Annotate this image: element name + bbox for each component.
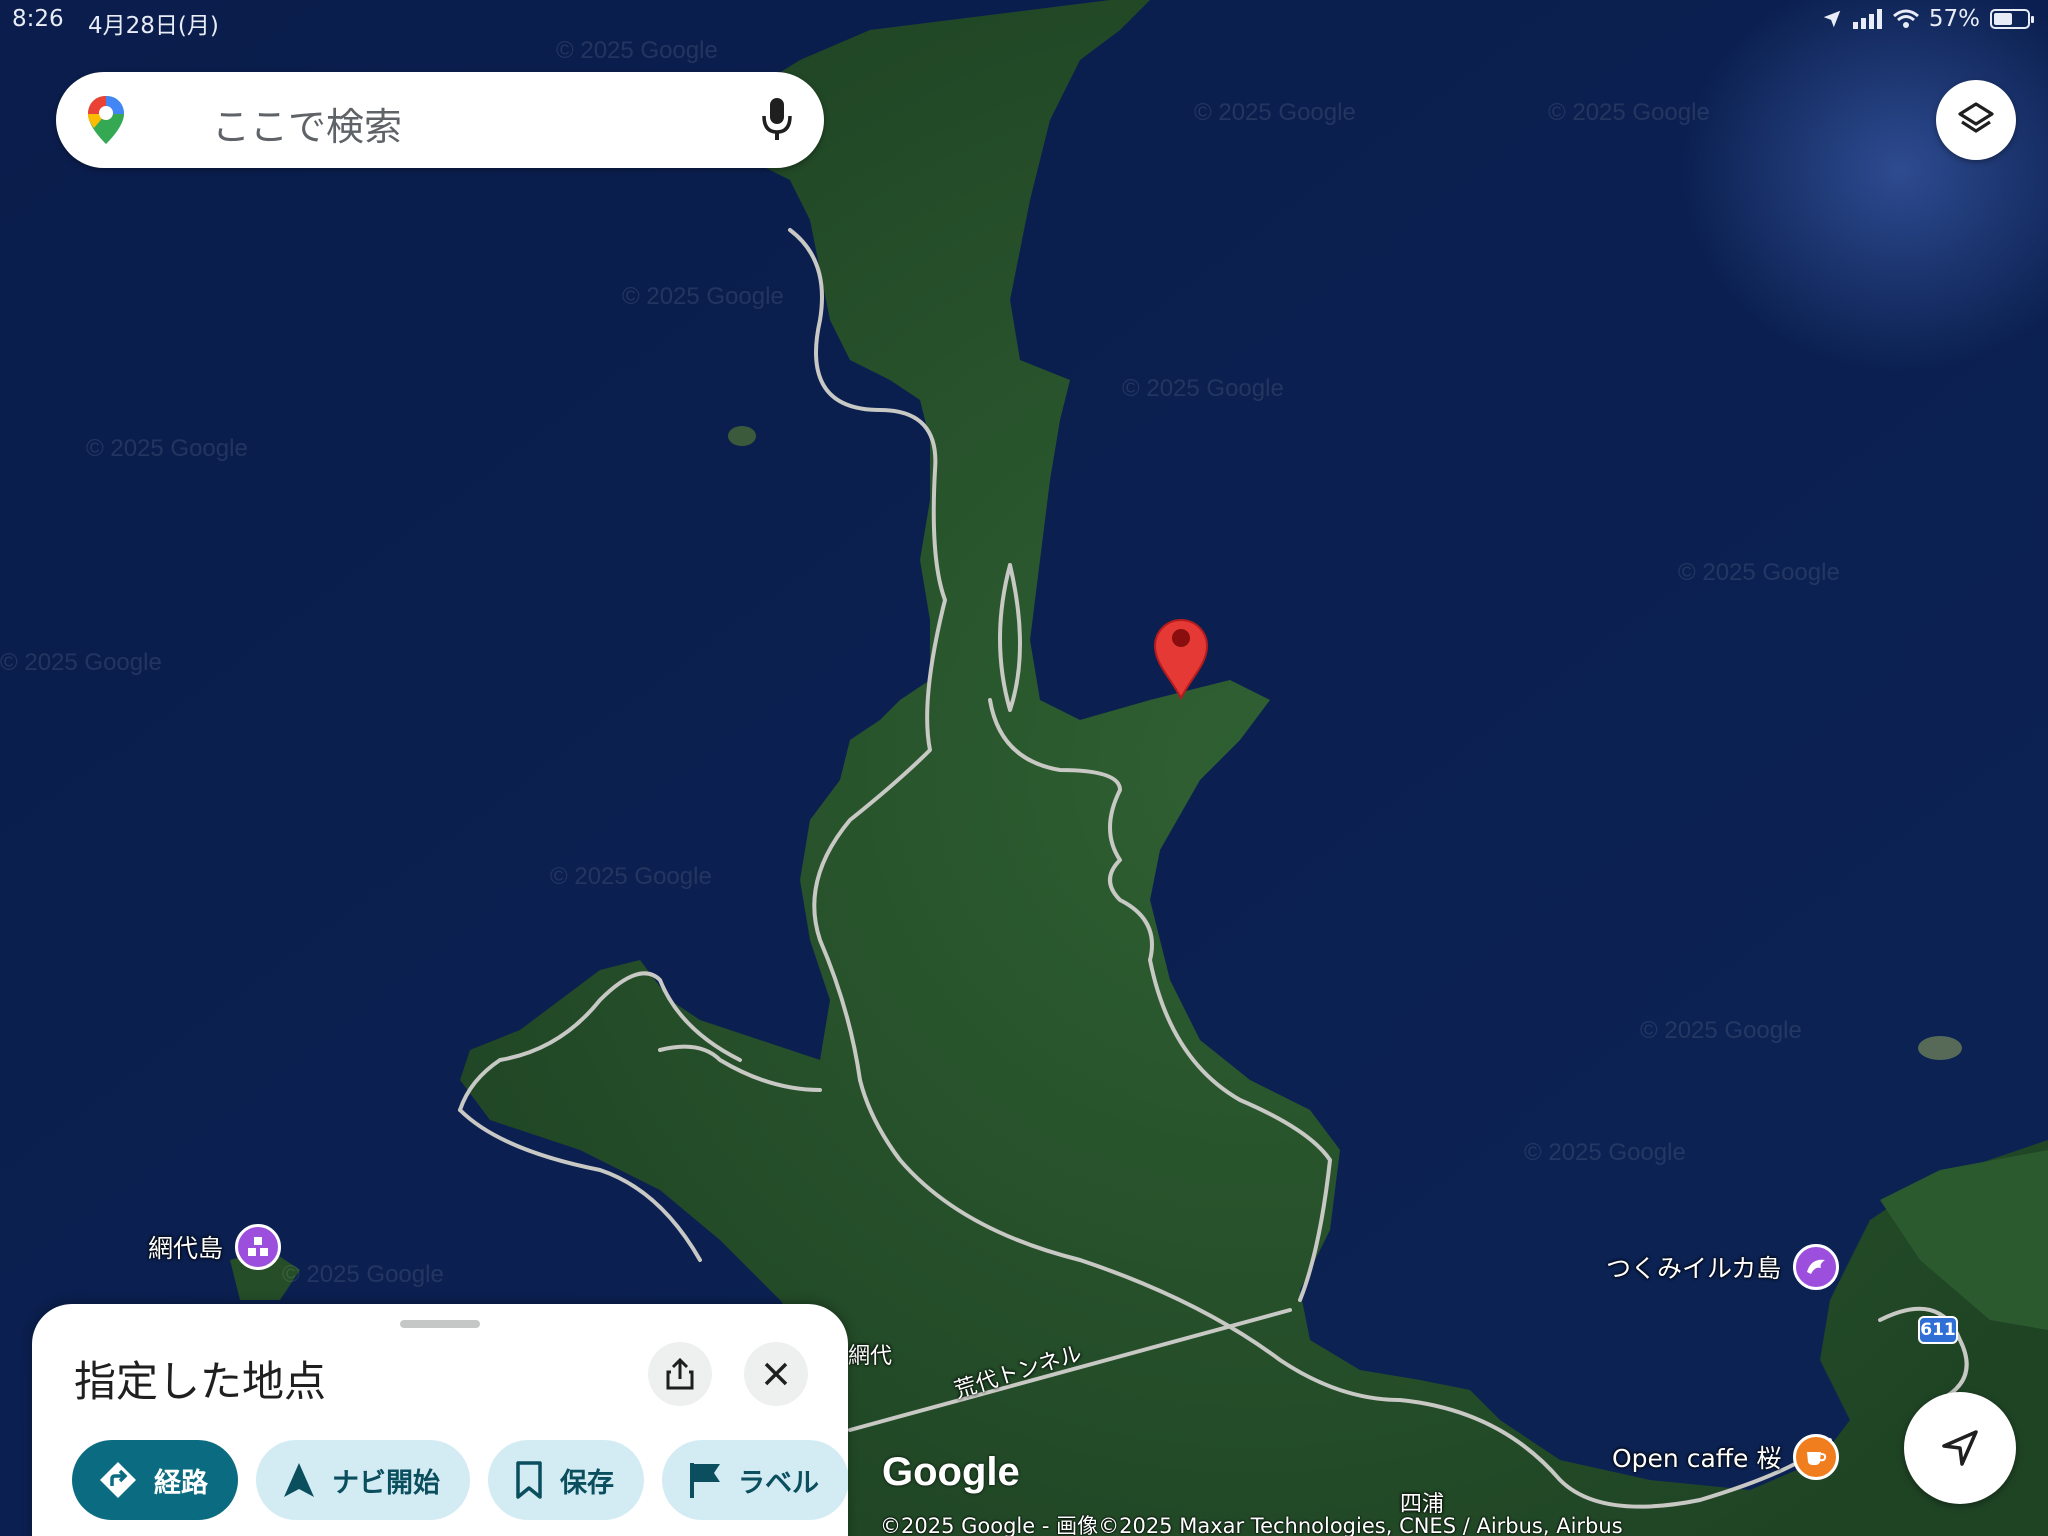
svg-text:© 2025 Google: © 2025 Google xyxy=(1524,1139,1686,1166)
directions-label: 経路 xyxy=(154,1467,208,1499)
navigation-arrow-icon xyxy=(1942,1430,1978,1466)
poi-label: Open caffe 桜 xyxy=(1612,1444,1782,1473)
status-date: 4月28日(月) xyxy=(88,13,219,39)
microphone-icon[interactable] xyxy=(760,96,794,144)
start-navigation-label: ナビ開始 xyxy=(332,1467,440,1499)
layers-icon xyxy=(1958,102,1994,133)
battery-fill xyxy=(1994,13,2013,25)
navigation-arrow-icon xyxy=(284,1463,314,1497)
dolphin-icon xyxy=(1793,1244,1840,1290)
directions-button[interactable]: 経路 xyxy=(72,1440,238,1520)
google-maps-logo-icon xyxy=(88,96,124,144)
close-button[interactable] xyxy=(744,1342,808,1406)
svg-text:© 2025 Google: © 2025 Google xyxy=(1194,99,1356,126)
bookmark-icon xyxy=(516,1461,542,1499)
svg-text:© 2025 Google: © 2025 Google xyxy=(1122,375,1284,402)
svg-text:© 2025 Google: © 2025 Google xyxy=(86,435,248,462)
status-time: 8:26 xyxy=(12,6,64,32)
place-bottom-sheet[interactable]: 指定した地点 経路 ナビ開始 保存 ラベル xyxy=(32,1304,848,1536)
battery-icon xyxy=(1990,9,2034,29)
share-button[interactable] xyxy=(648,1342,712,1406)
signal-icon xyxy=(1852,9,1882,29)
label-label: ラベル xyxy=(738,1467,819,1499)
start-navigation-button[interactable]: ナビ開始 xyxy=(256,1440,470,1520)
poi-open-caffe-sakura[interactable]: Open caffe 桜 xyxy=(1612,1434,1840,1480)
poi-ajiro-island[interactable]: 網代島 xyxy=(148,1224,282,1270)
place-title: 指定した地点 xyxy=(74,1357,327,1406)
drag-handle[interactable] xyxy=(400,1320,480,1328)
poi-label: つくみイルカ島 xyxy=(1606,1254,1782,1283)
action-chips: 経路 ナビ開始 保存 ラベル xyxy=(72,1440,848,1520)
status-bar: 8:26 4月28日(月) 57% xyxy=(0,0,2048,40)
save-button[interactable]: 保存 xyxy=(488,1440,644,1520)
status-right: 57% xyxy=(1821,6,2034,32)
svg-text:© 2025 Google: © 2025 Google xyxy=(622,283,784,310)
label-ajiro: 網代 xyxy=(848,1344,893,1369)
label-button[interactable]: ラベル xyxy=(662,1440,848,1520)
small-island xyxy=(728,426,756,446)
my-location-button[interactable] xyxy=(1904,1392,2016,1504)
google-logo: Google xyxy=(882,1450,1020,1494)
location-arrow-icon xyxy=(1823,10,1841,28)
svg-text:© 2025 Google: © 2025 Google xyxy=(1640,1017,1802,1044)
battery-percent: 57% xyxy=(1928,6,1980,32)
poi-tsukumi-dolphin-island[interactable]: つくみイルカ島 xyxy=(1606,1244,1840,1290)
svg-text:© 2025 Google: © 2025 Google xyxy=(550,863,712,890)
search-input[interactable]: ここで検索 xyxy=(212,96,402,151)
search-bar[interactable]: ここで検索 xyxy=(56,72,824,168)
directions-icon xyxy=(100,1462,136,1498)
svg-text:© 2025 Google: © 2025 Google xyxy=(1548,99,1710,126)
wifi-icon xyxy=(1892,9,1919,28)
map-attribution: ©2025 Google - 画像©2025 Maxar Technologie… xyxy=(880,1514,1623,1536)
landmark-icon xyxy=(235,1224,282,1270)
save-label: 保存 xyxy=(560,1467,614,1499)
svg-text:© 2025 Google: © 2025 Google xyxy=(0,649,162,676)
svg-text:© 2025 Google: © 2025 Google xyxy=(1678,559,1840,586)
flag-icon xyxy=(690,1463,720,1498)
coffee-icon xyxy=(1793,1434,1840,1480)
svg-text:© 2025 Google: © 2025 Google xyxy=(556,37,718,64)
layers-button[interactable] xyxy=(1936,80,2016,160)
route-shield: 611 xyxy=(1918,1316,1958,1344)
close-icon xyxy=(764,1362,788,1386)
svg-text:© 2025 Google: © 2025 Google xyxy=(282,1261,444,1288)
share-icon xyxy=(666,1357,694,1390)
poi-label: 網代島 xyxy=(148,1234,224,1263)
small-island xyxy=(1918,1036,1962,1060)
